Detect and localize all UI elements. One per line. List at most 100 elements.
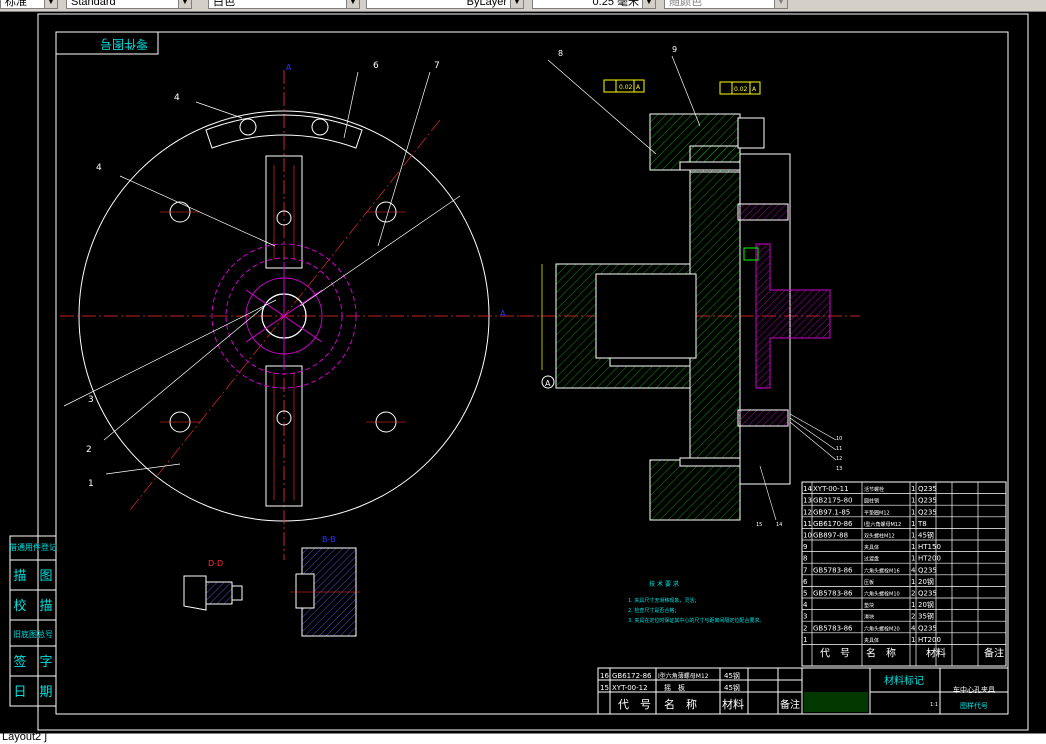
chevron-down-icon: ▼ <box>774 0 787 8</box>
layout-tab-bar[interactable]: Layout2 ∫ <box>0 731 1046 744</box>
bom2-code: GB6172-86 <box>612 672 652 680</box>
chevron-down-icon: ▼ <box>510 0 523 8</box>
stamp-label: 借通用件登记 <box>9 542 57 552</box>
outer-frame <box>37 13 1029 731</box>
bom-cell-name: 压板 <box>864 579 874 586</box>
bom2-no: 16 <box>600 672 609 680</box>
bom-cell-mat: Q235 <box>918 566 937 574</box>
bom2-name: 摇 板 <box>664 683 685 692</box>
bom-cell-no: 8 <box>803 555 807 563</box>
bom2-code: XYT-00-12 <box>612 684 648 692</box>
bom2-name: I型六角薄螺母M12 <box>658 672 709 680</box>
bom-cell-name: 六角头螺栓M16 <box>864 567 900 574</box>
color-value: 白色 <box>213 0 235 8</box>
section-bb-label: B-B <box>322 535 336 544</box>
bom-cell-code: GB6170-86 <box>813 520 853 528</box>
bom2-header: 备注 <box>780 698 800 711</box>
bom-cell-qty: 1 <box>911 508 915 516</box>
tolerance-value: 0.02 <box>734 86 748 93</box>
bom-header-name: 名 称 <box>866 646 896 659</box>
bom-cell-name: 滑块 <box>864 614 874 621</box>
bom-cell-no: 7 <box>803 566 807 574</box>
lineweight-combo[interactable]: 0.25 毫米 ▼ <box>532 0 656 9</box>
bom-cell-name: 六角头螺栓M20 <box>864 625 900 632</box>
bom-cell-name: I型六角螺母M12 <box>864 521 901 528</box>
front-view: 1 2 3 4 4 6 7 A A <box>60 61 520 560</box>
bom-header-code: 代 号 <box>820 647 850 659</box>
callout-label: 14 <box>776 522 782 528</box>
technical-requirements: 技 术 要 求 1. 夹具尺寸无滑移现象，灵活； 2. 检查尺寸是否合格； 3.… <box>628 580 764 624</box>
bom-cell-mat: Q235 <box>918 485 937 493</box>
stamp-label: 描 图 <box>13 569 52 584</box>
text-style-combo[interactable]: Standard ▼ <box>66 0 192 9</box>
bom-cell-mat: Q235 <box>918 497 937 505</box>
label-9: 9 <box>672 45 677 54</box>
bom-cell-qty: 1 <box>911 636 915 644</box>
layout-tab[interactable]: Layout2 ∫ <box>2 731 47 743</box>
bom2-header: 代 号 <box>618 698 651 711</box>
stamp-label: 旧底图总号 <box>13 629 53 639</box>
section-marker: A <box>500 309 506 318</box>
bom-cell-code: GB5783-86 <box>813 624 853 632</box>
bom-cell-qty: 2 <box>911 590 915 598</box>
plotstyle-value: 随颜色 <box>669 0 702 8</box>
bom-cell-mat: Q235 <box>918 624 937 632</box>
bom-cell-mat: 20钢 <box>918 600 934 609</box>
section-marker: A <box>286 63 292 72</box>
bom-cell-code: GB5783-86 <box>813 566 853 574</box>
bom-cell-mat: T8 <box>917 520 927 528</box>
layer-combo[interactable]: 标准 ▼ <box>0 0 58 9</box>
bom2-no: 15 <box>600 684 609 692</box>
bom-cell-no: 3 <box>803 613 807 621</box>
bom2-mat: 45钢 <box>724 671 740 680</box>
tech-req-item: 3. 夹具在定位时保证其中心的尺寸与距离间隔定位配合要求。 <box>628 617 764 624</box>
stamp-label: 签 字 <box>13 654 52 670</box>
bom-cell-mat: HT150 <box>918 543 941 551</box>
callout-label: 15 <box>756 522 762 528</box>
bom-cell-qty: 2 <box>911 613 915 621</box>
bom-cell-name: 夹具体 <box>864 637 879 644</box>
chevron-down-icon: ▼ <box>178 0 191 8</box>
plotstyle-combo[interactable]: 随颜色 ▼ <box>664 0 788 9</box>
inner-frame <box>55 31 1009 715</box>
bom-cell-mat: HT200 <box>918 555 941 563</box>
tolerance-ref: A <box>752 86 757 93</box>
bom-cell-no: 6 <box>803 578 808 586</box>
drawing-canvas[interactable]: 零件图号 借通用件登记 描 图 校 描 旧底图总号 签 字 日 期 1 2 3 … <box>0 12 1046 732</box>
title-block: 16 GB6172-86 I型六角薄螺母M12 45钢 15 XYT-00-12… <box>597 667 1009 715</box>
part-name: 车中心孔夹具 <box>953 685 995 694</box>
label-1: 1 <box>88 479 94 489</box>
bom-cell-name: 六角头螺栓M10 <box>864 591 900 598</box>
label-2: 2 <box>86 445 92 455</box>
bom-cell-no: 14 <box>803 485 812 493</box>
chevron-down-icon: ▼ <box>44 0 57 8</box>
bom-cell-no: 9 <box>803 543 807 551</box>
callout-label: 10 <box>836 436 842 442</box>
chevron-down-icon: ▼ <box>642 0 655 8</box>
bom-cell-qty: 1 <box>911 532 915 540</box>
color-combo[interactable]: 白色 ▼ <box>208 0 360 9</box>
top-left-title: 零件图号 <box>100 37 148 51</box>
label-4: 4 <box>174 93 180 103</box>
bom-cell-no: 13 <box>803 497 812 505</box>
left-stamp-column: 借通用件登记 描 图 校 描 旧底图总号 签 字 日 期 <box>9 535 57 707</box>
bom-cell-mat: Q235 <box>918 590 937 598</box>
bom2-mat: 45钢 <box>724 683 740 692</box>
bom-cell-name: 过渡盘 <box>864 556 879 563</box>
bom2-header: 名 称 <box>664 697 697 711</box>
bom-cell-code: GB5783-86 <box>813 590 853 598</box>
detail-bb: B-B <box>290 535 360 637</box>
chevron-down-icon: ▼ <box>346 0 359 8</box>
bom-cell-qty: 1 <box>911 578 915 586</box>
drawing-no: 图样代号 <box>960 701 988 710</box>
tech-req-item: 2. 检查尺寸是否合格； <box>628 607 679 614</box>
linetype-combo[interactable]: ByLayer ▼ <box>366 0 524 9</box>
lineweight-value: 0.25 毫米 <box>592 0 639 8</box>
bom-cell-code: GB97.1-85 <box>813 508 850 516</box>
tolerance-ref: A <box>636 84 641 91</box>
bom-cell-qty: 1 <box>911 520 915 528</box>
cad-drawing: 零件图号 借通用件登记 描 图 校 描 旧底图总号 签 字 日 期 1 2 3 … <box>9 13 1029 731</box>
layer-combo-value: 标准 <box>5 0 27 8</box>
label-4: 4 <box>96 163 102 173</box>
bom-header-note: 备注 <box>984 646 1004 659</box>
